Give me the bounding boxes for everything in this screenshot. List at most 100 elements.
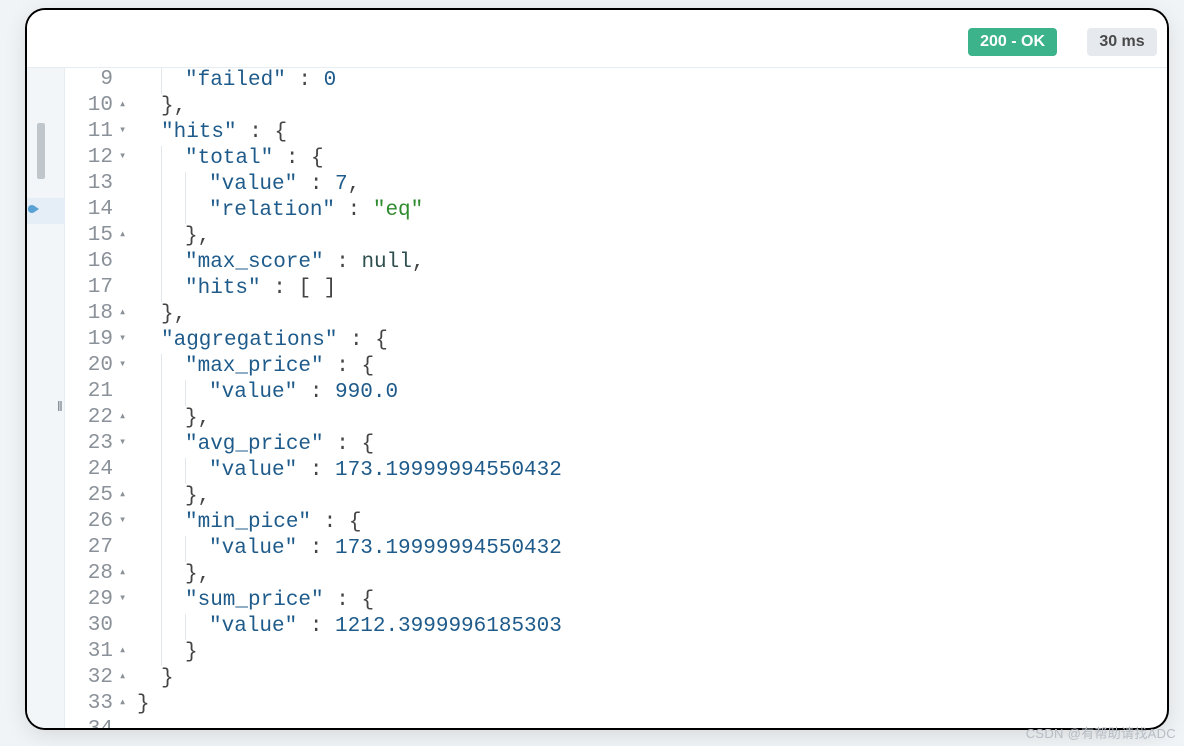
indent-guide — [161, 510, 185, 536]
fold-close-icon[interactable]: ▴ — [117, 666, 137, 692]
token-key: "avg_price" — [185, 433, 324, 456]
code-line[interactable]: "avg_price" : { — [137, 432, 1167, 458]
indent-guide — [161, 562, 185, 588]
fold-close-icon[interactable]: ▴ — [117, 640, 137, 666]
token-pn: : — [297, 173, 335, 196]
indent-guide — [137, 562, 161, 588]
token-num: 173.19999994550432 — [335, 459, 562, 482]
code-line[interactable]: "max_score" : null, — [137, 250, 1167, 276]
code-line[interactable]: "value" : 1212.3999996185303 — [137, 614, 1167, 640]
code-line[interactable]: "value" : 173.19999994550432 — [137, 458, 1167, 484]
code-line[interactable]: } — [137, 692, 1167, 718]
fold-open-icon[interactable]: ▾ — [117, 510, 137, 536]
code-line[interactable]: }, — [137, 302, 1167, 328]
fold-open-icon[interactable]: ▾ — [117, 354, 137, 380]
fold-close-icon[interactable]: ▴ — [117, 692, 137, 718]
fold-close-icon[interactable]: ▴ — [117, 94, 137, 120]
indent-guide — [161, 380, 185, 406]
line-number: 32 — [65, 666, 117, 692]
fold-open-icon[interactable]: ▾ — [117, 146, 137, 172]
line-number: 9 — [65, 68, 117, 94]
indent-guide — [161, 250, 185, 276]
code-line[interactable]: "value" : 990.0 — [137, 380, 1167, 406]
code-line[interactable]: "failed" : 0 — [137, 68, 1167, 94]
code-line[interactable] — [137, 718, 1167, 728]
code-content[interactable]: "failed" : 0},"hits" : {"total" : {"valu… — [137, 68, 1167, 728]
code-line[interactable]: "relation" : "eq" — [137, 198, 1167, 224]
line-number: 24 — [65, 458, 117, 484]
indent-guide — [185, 614, 209, 640]
indent-guide — [161, 458, 185, 484]
fold-open-icon[interactable]: ▾ — [117, 432, 137, 458]
fold-close-icon[interactable]: ▴ — [117, 406, 137, 432]
token-pn: : — [237, 121, 275, 144]
fold-open-icon[interactable]: ▾ — [117, 328, 137, 354]
code-line[interactable]: } — [137, 640, 1167, 666]
code-line[interactable]: }, — [137, 224, 1167, 250]
indent-guide — [137, 536, 161, 562]
fold-close-icon[interactable]: ▴ — [117, 484, 137, 510]
indent-guide — [185, 198, 209, 224]
code-line[interactable]: "total" : { — [137, 146, 1167, 172]
fold-open-icon[interactable]: ▾ — [117, 120, 137, 146]
token-pn: [ ] — [298, 277, 336, 300]
code-line[interactable]: "min_pice" : { — [137, 510, 1167, 536]
token-key: "max_score" — [185, 251, 324, 274]
code-line[interactable]: "hits" : { — [137, 120, 1167, 146]
indent-guide — [137, 94, 161, 120]
code-line[interactable]: "sum_price" : { — [137, 588, 1167, 614]
fold-close-icon[interactable]: ▴ — [117, 562, 137, 588]
token-pn: { — [361, 433, 374, 456]
code-line[interactable]: } — [137, 666, 1167, 692]
indent-guide — [161, 224, 185, 250]
indent-guide — [161, 640, 185, 666]
code-line[interactable]: }, — [137, 94, 1167, 120]
code-line[interactable]: }, — [137, 562, 1167, 588]
code-line[interactable]: "hits" : [ ] — [137, 276, 1167, 302]
line-number: 18 — [65, 302, 117, 328]
line-number: 12 — [65, 146, 117, 172]
code-line[interactable]: "value" : 173.19999994550432 — [137, 536, 1167, 562]
code-line[interactable]: "aggregations" : { — [137, 328, 1167, 354]
line-number: 11 — [65, 120, 117, 146]
token-pn: { — [311, 147, 324, 170]
code-line[interactable]: }, — [137, 406, 1167, 432]
fold-none — [117, 172, 137, 198]
code-line[interactable]: }, — [137, 484, 1167, 510]
fold-none — [117, 536, 137, 562]
breakpoint-icon[interactable] — [28, 201, 44, 217]
indent-guide — [161, 484, 185, 510]
code-line[interactable]: "value" : 7, — [137, 172, 1167, 198]
split-handle-icon[interactable]: ‖ — [57, 398, 63, 414]
line-number: 14 — [65, 198, 117, 224]
fold-close-icon[interactable]: ▴ — [117, 302, 137, 328]
line-number: 27 — [65, 536, 117, 562]
indent-guide — [185, 458, 209, 484]
fold-gutter[interactable]: ▴▾▾▴▴▾▾▴▾▴▾▴▾▴▴▴ — [117, 68, 137, 728]
indent-guide — [161, 172, 185, 198]
line-number: 16 — [65, 250, 117, 276]
timing-badge: 30 ms — [1087, 28, 1157, 56]
token-key: "value" — [209, 459, 297, 482]
token-nll: null — [361, 251, 411, 274]
indent-guide — [161, 536, 185, 562]
code-area[interactable]: 9101112131415161718192021222324252627282… — [27, 68, 1167, 728]
token-pn: , — [348, 173, 361, 196]
token-pn: } — [161, 667, 174, 690]
indent-guide — [137, 198, 161, 224]
indent-guide — [137, 68, 161, 94]
indent-guide — [137, 588, 161, 614]
token-pn: }, — [185, 485, 210, 508]
line-number: 23 — [65, 432, 117, 458]
indent-guide — [137, 224, 161, 250]
indent-guide — [137, 640, 161, 666]
code-line[interactable]: "max_price" : { — [137, 354, 1167, 380]
token-str: "eq" — [373, 199, 423, 222]
indent-guide — [185, 172, 209, 198]
indent-guide — [137, 380, 161, 406]
fold-close-icon[interactable]: ▴ — [117, 224, 137, 250]
token-num: 1212.3999996185303 — [335, 615, 562, 638]
indent-guide — [161, 614, 185, 640]
line-number: 29 — [65, 588, 117, 614]
fold-open-icon[interactable]: ▾ — [117, 588, 137, 614]
